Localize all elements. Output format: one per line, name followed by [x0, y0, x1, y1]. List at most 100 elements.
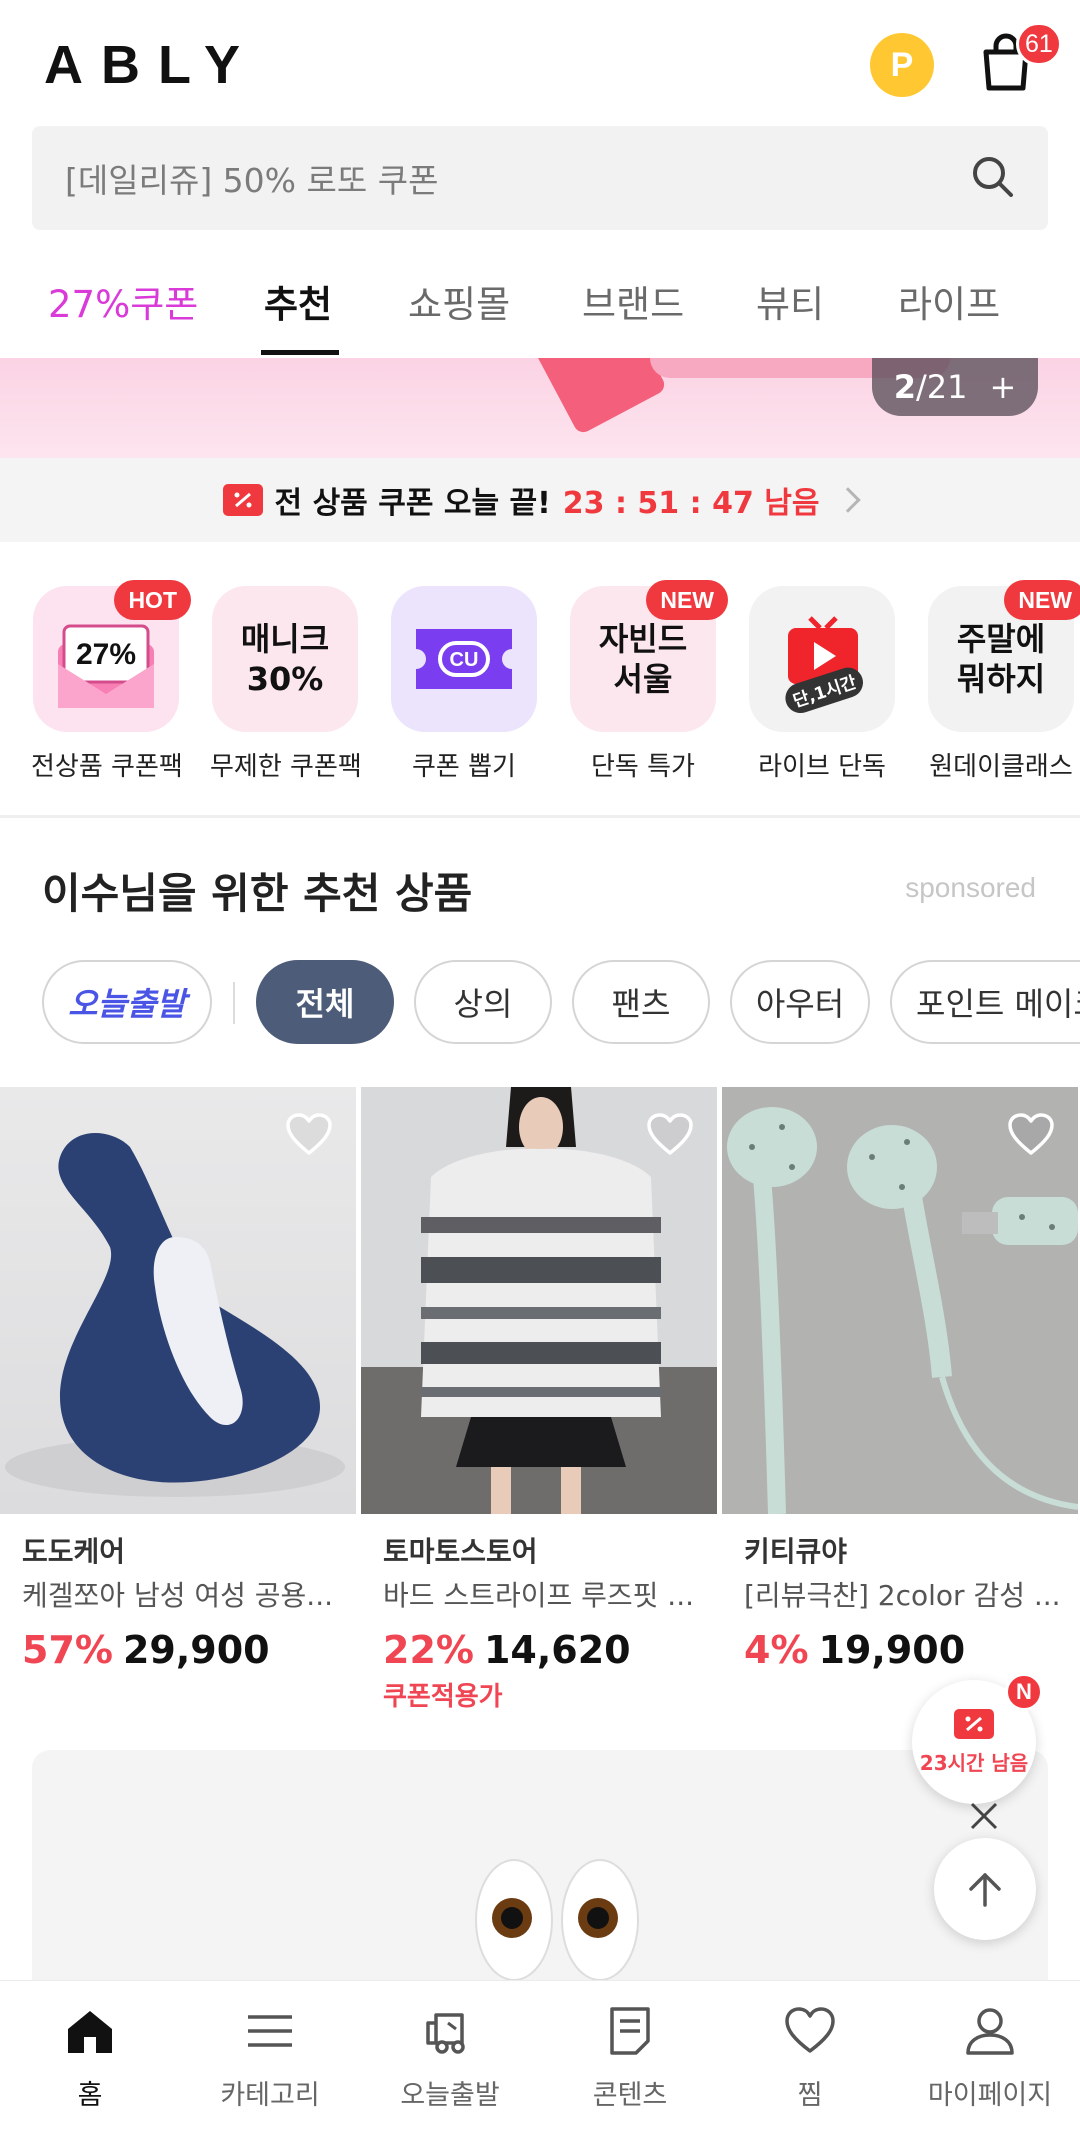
- heart-icon[interactable]: [1006, 1111, 1056, 1157]
- quick-item-oneday-class[interactable]: 주말에 뭐하지 NEW 원데이클래스: [926, 580, 1080, 783]
- product-discount: 57%: [22, 1628, 113, 1672]
- coupon-ticket-icon: [222, 484, 263, 516]
- product-brand: 도도케어: [22, 1535, 126, 1568]
- cart-count-badge: 61: [1016, 22, 1062, 66]
- document-icon: [610, 2007, 650, 2055]
- heart-icon[interactable]: [284, 1111, 334, 1157]
- nav-label: 홈: [77, 2080, 103, 2111]
- product-price: 4% 19,900: [722, 1628, 1078, 1672]
- chip-today-shipping[interactable]: 오늘출발: [42, 960, 212, 1044]
- product-amount: 29,900: [122, 1628, 270, 1672]
- quick-item-exclusive-deal[interactable]: 자빈드 서울 NEW 단독 특가: [568, 580, 728, 783]
- live-play-icon: 단,1시간: [749, 586, 895, 732]
- new-badge: NEW: [1004, 580, 1080, 620]
- banner-decoration: [532, 358, 668, 436]
- product-brand: 토마토스토어: [383, 1535, 538, 1568]
- nav-label: 콘텐츠: [592, 2080, 668, 2111]
- chip-all[interactable]: 전체: [256, 960, 394, 1044]
- exclusive-deal-icon: 자빈드 서울 NEW: [570, 580, 728, 732]
- nav-label: 오늘출발: [400, 2080, 500, 2111]
- chip-top[interactable]: 상의: [414, 960, 552, 1044]
- coupon-price-label: 쿠폰적용가: [383, 1682, 503, 1712]
- promo-card[interactable]: [32, 1750, 1048, 1980]
- nav-wishlist[interactable]: 찜: [720, 2003, 900, 2112]
- menu-icon: [248, 2015, 292, 2047]
- quick-item-label: 전상품 쿠폰팩: [31, 752, 183, 782]
- chip-separator: [233, 982, 235, 1024]
- promo-banner[interactable]: 2/21 +: [0, 358, 1080, 458]
- chevron-right-icon: [835, 487, 862, 513]
- exclusive-deal-icon-text: 자빈드 서울: [598, 620, 688, 698]
- oneday-class-icon-text: 주말에 뭐하지: [956, 620, 1046, 698]
- cu-icon-text: CU: [450, 649, 479, 671]
- product-amount: 19,900: [818, 1628, 966, 1672]
- quick-item-label: 쿠폰 뽑기: [412, 752, 516, 782]
- oneday-class-icon: 주말에 뭐하지 NEW: [928, 580, 1080, 732]
- nav-label: 카테고리: [220, 2080, 320, 2111]
- product-price: 57% 29,900: [0, 1628, 356, 1672]
- app-logo[interactable]: ABLY: [44, 34, 258, 96]
- product-image[interactable]: [722, 1087, 1078, 1514]
- product-price: 22% 14,620: [361, 1628, 717, 1672]
- coupon-countdown-strip[interactable]: 전 상품 쿠폰 오늘 끝! 23 : 51 : 47 남음: [0, 458, 1080, 542]
- user-icon: [966, 2008, 1014, 2055]
- nav-category[interactable]: 카테고리: [180, 2003, 360, 2112]
- tab-beauty[interactable]: 뷰티: [756, 274, 824, 328]
- unlimited-coupon-icon-text: 매니크 30%: [240, 620, 330, 698]
- product-discount: 4%: [744, 1628, 809, 1672]
- heart-icon[interactable]: [645, 1111, 695, 1157]
- nav-mypage[interactable]: 마이페이지: [900, 2003, 1080, 2112]
- quick-item-coupon-draw[interactable]: CU 쿠폰 뽑기: [389, 586, 539, 783]
- tab-shoppingmall[interactable]: 쇼핑몰: [408, 274, 510, 328]
- hot-badge: HOT: [114, 580, 191, 620]
- product-amount: 14,620: [483, 1628, 631, 1672]
- quick-item-label: 라이브 단독: [758, 752, 886, 782]
- nav-label: 찜: [797, 2080, 823, 2111]
- nav-home[interactable]: 홈: [0, 2003, 180, 2112]
- top-tab-bar: 27%쿠폰 추천 쇼핑몰 브랜드 뷰티 라이프: [0, 236, 1080, 358]
- product-brand: 키티큐야: [744, 1535, 848, 1568]
- quick-item-label: 단독 특가: [591, 752, 695, 782]
- cu-coupon-icon: CU: [391, 586, 537, 732]
- tab-recommend[interactable]: 추천: [264, 274, 332, 328]
- quick-item-label: 원데이클래스: [929, 752, 1073, 782]
- filter-chips: 오늘출발 전체 상의 팬츠 아우터 포인트 메이크: [0, 960, 1080, 1046]
- product-image[interactable]: [0, 1087, 356, 1514]
- product-card[interactable]: 도도케어 케겔쪼아 남성 여성 공용... 57% 29,900: [0, 1087, 356, 1672]
- close-icon[interactable]: [966, 1798, 1002, 1834]
- product-card[interactable]: 토마토스토어 바드 스트라이프 루즈핏 ... 22% 14,620 쿠폰적용가: [361, 1087, 717, 1713]
- chip-outer[interactable]: 아우터: [730, 960, 870, 1044]
- section-divider: [0, 815, 1080, 818]
- heart-icon: [785, 2007, 835, 2053]
- search-bar[interactable]: [데일리쥬] 50% 로또 쿠폰: [32, 126, 1048, 230]
- search-icon[interactable]: [968, 152, 1018, 202]
- banner-total-pages: /21: [915, 368, 968, 406]
- bottom-navigation: 홈 카테고리 오늘출발 콘텐츠 찜 마이페이지: [0, 1980, 1080, 2129]
- eyes-emoji-icon: [475, 1859, 639, 1980]
- new-notification-badge: N: [1005, 1673, 1043, 1711]
- chip-point-makeup[interactable]: 포인트 메이크: [890, 960, 1080, 1044]
- coupon-strip-title: 전 상품 쿠폰 오늘 끝!: [274, 486, 551, 521]
- coupon-ticket-icon: [954, 1708, 994, 1739]
- banner-page-counter[interactable]: 2/21 +: [872, 358, 1038, 416]
- nav-today-shipping[interactable]: 오늘출발: [360, 2003, 540, 2112]
- nav-contents[interactable]: 콘텐츠: [540, 2003, 720, 2112]
- quick-item-label: 무제한 쿠폰팩: [210, 752, 362, 782]
- quick-item-unlimited-coupon[interactable]: 매니크 30% 무제한 쿠폰팩: [210, 586, 362, 783]
- search-input[interactable]: [데일리쥬] 50% 로또 쿠폰: [65, 154, 438, 202]
- coupon-strip-timer: 23 : 51 : 47 남음: [562, 486, 820, 521]
- home-icon: [68, 2011, 112, 2053]
- chip-pants[interactable]: 팬츠: [572, 960, 710, 1044]
- product-card[interactable]: 키티큐야 [리뷰극찬] 2color 감성 ... 4% 19,900: [722, 1087, 1078, 1672]
- tab-life[interactable]: 라이프: [898, 274, 1000, 328]
- tab-coupon[interactable]: 27%쿠폰: [48, 274, 198, 328]
- scroll-to-top-button[interactable]: [934, 1838, 1036, 1940]
- quick-item-live[interactable]: 단,1시간 라이브 단독: [747, 586, 897, 783]
- product-image[interactable]: [361, 1087, 717, 1514]
- tab-brand[interactable]: 브랜드: [582, 274, 684, 328]
- sponsored-label: sponsored: [905, 872, 1036, 903]
- point-button[interactable]: P: [870, 33, 934, 97]
- quick-item-coupon-pack[interactable]: 27% HOT 전상품 쿠폰팩: [31, 580, 191, 783]
- product-name: 바드 스트라이프 루즈핏 ...: [383, 1579, 695, 1612]
- nav-label: 마이페이지: [927, 2080, 1053, 2111]
